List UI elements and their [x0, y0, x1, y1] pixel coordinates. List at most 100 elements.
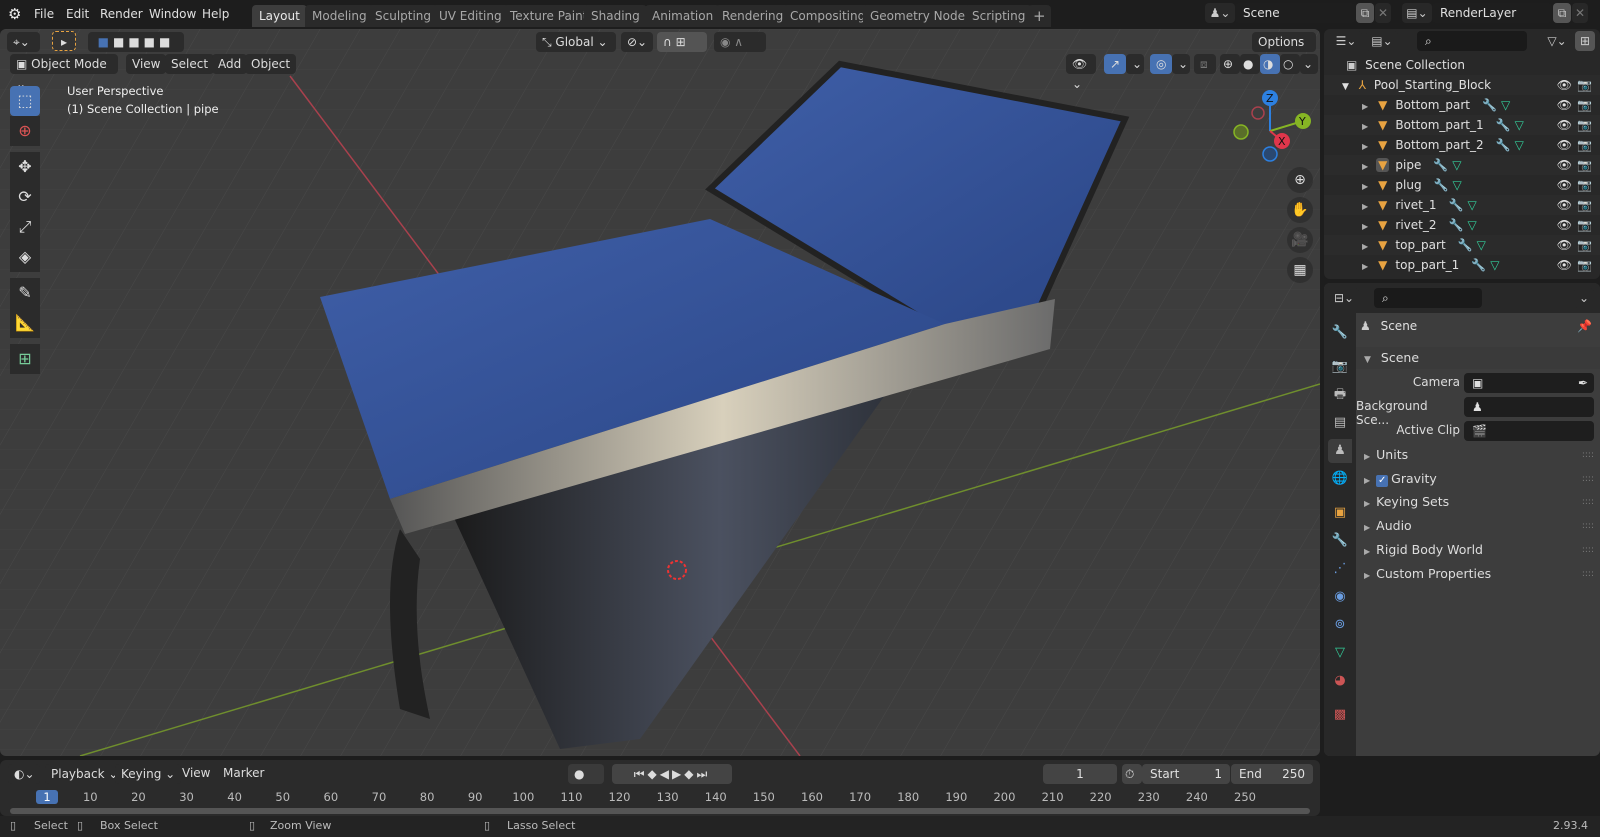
- modifier-wrench-icon[interactable]: 🔧: [1448, 218, 1463, 232]
- tab-object-icon[interactable]: ▣: [1328, 501, 1352, 525]
- xray-toggle-icon[interactable]: ⧈: [1194, 54, 1216, 74]
- menu-file[interactable]: File: [30, 5, 58, 23]
- pivot-point-icon[interactable]: ⊘⌄: [621, 32, 653, 52]
- add-workspace-button[interactable]: +: [1028, 5, 1051, 27]
- modifier-wrench-icon[interactable]: 🔧: [1434, 178, 1449, 192]
- outliner-row-object[interactable]: ▶ ▼ rivet_2 🔧 ▽ 👁 📷: [1324, 215, 1600, 235]
- menu-render[interactable]: Render: [96, 5, 147, 23]
- properties-options-icon[interactable]: ⌄: [1574, 288, 1594, 308]
- tab-rendering[interactable]: Rendering: [715, 5, 791, 27]
- render-camera-icon[interactable]: 📷: [1577, 115, 1592, 135]
- tab-modeling[interactable]: Modeling: [305, 5, 374, 27]
- current-frame-field[interactable]: 1: [1043, 764, 1117, 784]
- outliner-row-collection[interactable]: ▼ ⅄ Pool_Starting_Block 👁 📷: [1324, 75, 1600, 95]
- tab-modifiers-icon[interactable]: 🔧: [1328, 529, 1352, 553]
- expand-arrow-icon[interactable]: ▶: [1362, 262, 1368, 271]
- new-collection-icon[interactable]: ⊞: [1575, 31, 1595, 51]
- tab-shading[interactable]: Shading: [584, 5, 647, 27]
- drag-handle-icon[interactable]: ::::: [1582, 515, 1594, 537]
- visibility-eye-icon[interactable]: 👁: [1557, 155, 1572, 175]
- render-camera-icon[interactable]: 📷: [1577, 195, 1592, 215]
- overlays-dropdown-icon[interactable]: ⌄: [1172, 54, 1190, 74]
- drag-handle-icon[interactable]: ::::: [1582, 563, 1594, 585]
- delete-view-layer-icon[interactable]: ✕: [1572, 3, 1588, 23]
- tab-constraints-icon[interactable]: ⊚: [1328, 613, 1352, 637]
- tab-tool-icon[interactable]: 🔧: [1328, 321, 1352, 345]
- tool-scale-icon[interactable]: ⤢: [10, 212, 40, 242]
- timeline-menu-keying[interactable]: Keying ⌄: [115, 764, 182, 784]
- outliner-row-object[interactable]: ▶ ▼ Bottom_part 🔧 ▽ 👁 📷: [1324, 95, 1600, 115]
- pin-icon[interactable]: 📌: [1577, 319, 1592, 333]
- outliner-row-object[interactable]: ▶ ▼ Bottom_part_2 🔧 ▽ 👁 📷: [1324, 135, 1600, 155]
- property-value-field[interactable]: ♟: [1464, 397, 1594, 417]
- tool-move-icon[interactable]: ✥: [10, 152, 40, 182]
- gizmo-toggle-icon[interactable]: ↗: [1104, 54, 1126, 74]
- tool-measure-icon[interactable]: 📐: [10, 308, 40, 338]
- new-scene-icon[interactable]: ⧉: [1356, 3, 1374, 23]
- viewport-menu-select[interactable]: Select: [165, 54, 215, 74]
- view-layer-selector-icon[interactable]: ▤⌄: [1402, 3, 1432, 23]
- tab-render-icon[interactable]: 📷: [1328, 355, 1352, 379]
- subpanel-header[interactable]: ▶ Keying Sets::::: [1356, 491, 1600, 513]
- tool-select-box-icon[interactable]: ⬚: [10, 86, 40, 116]
- modifier-wrench-icon[interactable]: 🔧: [1458, 238, 1473, 252]
- tool-annotate-icon[interactable]: ✎: [10, 278, 40, 308]
- 3d-viewport[interactable]: ⌖⌄ ▸ ■■■■■ ⤡ Global ⌄ ⊘⌄ ∩ ⊞ ◉ ∧ Options…: [0, 29, 1320, 756]
- expand-arrow-icon[interactable]: ▶: [1362, 182, 1368, 191]
- playback-controls[interactable]: ⏮◆◀▶◆⏭: [612, 764, 732, 784]
- transform-orientation-dropdown[interactable]: ⤡ Global ⌄: [536, 32, 616, 52]
- tab-uv-editing[interactable]: UV Editing: [432, 5, 509, 27]
- pan-view-icon[interactable]: ✋: [1287, 197, 1313, 223]
- outliner-search-input[interactable]: ⌕: [1417, 31, 1527, 51]
- gravity-checkbox[interactable]: ✓: [1376, 474, 1389, 487]
- visibility-eye-icon[interactable]: 👁: [1557, 235, 1572, 255]
- visibility-eye-icon[interactable]: 👁: [1557, 135, 1572, 155]
- render-camera-icon[interactable]: 📷: [1577, 175, 1592, 195]
- expand-arrow-icon[interactable]: ▶: [1362, 202, 1368, 211]
- stopwatch-icon[interactable]: ⏱: [1122, 764, 1142, 784]
- drag-handle-icon[interactable]: ::::: [1582, 491, 1594, 513]
- tab-animation[interactable]: Animation: [645, 5, 721, 27]
- overlays-toggle-icon[interactable]: ◎: [1150, 54, 1172, 74]
- shading-solid-icon[interactable]: ●: [1240, 54, 1260, 74]
- timeline-menu-marker[interactable]: Marker: [223, 766, 264, 780]
- tab-world-icon[interactable]: 🌐: [1328, 467, 1352, 491]
- tool-transform-icon[interactable]: ◈: [10, 242, 40, 272]
- subpanel-header[interactable]: ▶ Rigid Body World::::: [1356, 539, 1600, 561]
- modifier-wrench-icon[interactable]: 🔧: [1482, 98, 1497, 112]
- eyedropper-icon[interactable]: ✒: [1578, 373, 1588, 393]
- tab-view-layer-icon[interactable]: ▤: [1328, 411, 1352, 435]
- viewport-menu-add[interactable]: Add: [212, 54, 248, 74]
- render-camera-icon[interactable]: 📷: [1577, 75, 1592, 95]
- view-layer-field[interactable]: RenderLayer: [1432, 3, 1552, 23]
- mesh-data-icon[interactable]: ▽: [1467, 198, 1476, 212]
- ortho-toggle-icon[interactable]: ▦: [1287, 257, 1313, 283]
- select-tool-icon[interactable]: ▸: [52, 31, 76, 51]
- selection-mode-icons[interactable]: ■■■■■: [88, 32, 184, 52]
- outliner-row-object[interactable]: ▶ ▼ top_part 🔧 ▽ 👁 📷: [1324, 235, 1600, 255]
- menu-window[interactable]: Window: [145, 5, 200, 23]
- visibility-eye-icon[interactable]: 👁: [1557, 195, 1572, 215]
- mode-dropdown[interactable]: ▣ Object Mode ⌄: [10, 54, 118, 91]
- zoom-view-icon[interactable]: ⊕: [1287, 167, 1313, 193]
- properties-search-input[interactable]: ⌕: [1374, 288, 1482, 308]
- modifier-wrench-icon[interactable]: 🔧: [1448, 198, 1463, 212]
- expand-arrow-icon[interactable]: ▼: [1342, 82, 1349, 92]
- render-camera-icon[interactable]: 📷: [1577, 235, 1592, 255]
- modifier-wrench-icon[interactable]: 🔧: [1433, 158, 1448, 172]
- visibility-eye-icon[interactable]: 👁: [1557, 175, 1572, 195]
- mesh-data-icon[interactable]: ▽: [1515, 138, 1524, 152]
- timeline-menu-playback[interactable]: Playback ⌄: [45, 764, 125, 784]
- scene-panel-header[interactable]: ▼ Scene: [1356, 347, 1600, 369]
- property-value-field[interactable]: ▣ ✒: [1464, 373, 1594, 393]
- auto-keying-icon[interactable]: ● ⌄: [568, 764, 604, 801]
- start-frame-field[interactable]: Start 1: [1142, 764, 1230, 784]
- new-view-layer-icon[interactable]: ⧉: [1553, 3, 1571, 23]
- menu-help[interactable]: Help: [198, 5, 233, 23]
- outliner-row-scene-collection[interactable]: ▣ Scene Collection: [1324, 55, 1600, 75]
- outliner-editor-type-icon[interactable]: ☰⌄: [1330, 31, 1362, 51]
- tab-scene-icon[interactable]: ♟: [1328, 439, 1352, 463]
- visibility-eye-icon[interactable]: 👁: [1557, 215, 1572, 235]
- subpanel-header[interactable]: ▶ ✓ Gravity::::: [1356, 468, 1600, 490]
- mesh-data-icon[interactable]: ▽: [1453, 178, 1462, 192]
